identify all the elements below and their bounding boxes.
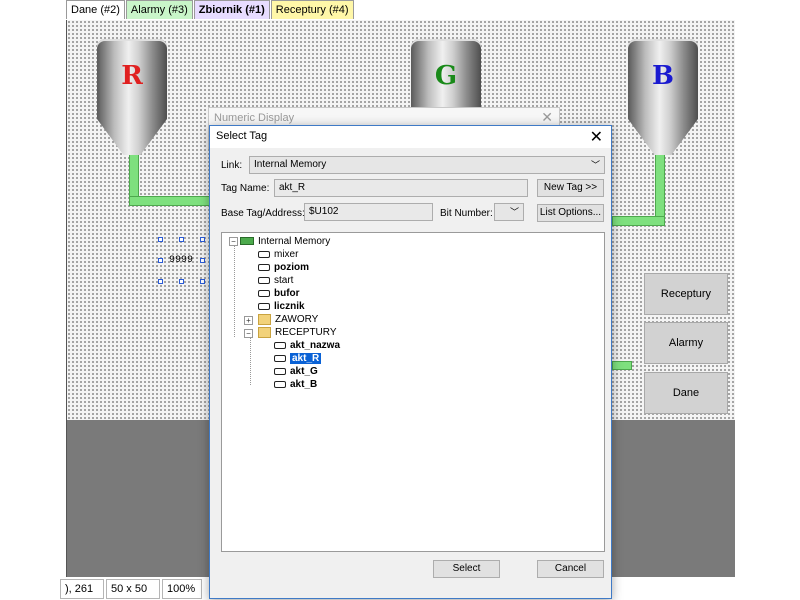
list-options-button[interactable]: List Options...: [537, 204, 604, 222]
tree-guide-line: [250, 337, 251, 385]
selection-handle[interactable]: [158, 237, 163, 242]
expand-zawory-icon[interactable]: +: [244, 316, 253, 325]
tree-item-akt-b[interactable]: akt_B: [274, 378, 317, 391]
pipe-b-horizontal: [612, 216, 665, 226]
link-select[interactable]: Internal Memory ﹀: [249, 156, 605, 174]
tree-item-akt-g[interactable]: akt_G: [274, 365, 318, 378]
tag-icon: [258, 302, 270, 310]
screen-tab-strip: Dane (#2) Alarmy (#3) Zbiornik (#1) Rece…: [66, 0, 355, 19]
tank-cone: [628, 119, 698, 155]
base-tag-input[interactable]: $U102: [304, 203, 433, 221]
tree-node-label: Internal Memory: [258, 236, 331, 247]
tree-node-label: bufor: [274, 288, 300, 299]
tag-icon: [274, 367, 286, 375]
tree-item-akt-r-selected[interactable]: akt_R: [274, 352, 322, 365]
chevron-down-icon: ﹀: [509, 207, 519, 217]
selection-handle[interactable]: [179, 279, 184, 284]
tree-node-label: ZAWORY: [275, 314, 319, 325]
link-value: Internal Memory: [254, 159, 327, 170]
chevron-down-icon: ﹀: [590, 160, 600, 170]
tree-node-label: akt_B: [290, 379, 318, 390]
tab-dane[interactable]: Dane (#2): [66, 0, 125, 19]
close-icon[interactable]: ✕: [590, 127, 603, 147]
tab-alarmy[interactable]: Alarmy (#3): [125, 0, 193, 19]
tree-node-label: licznik: [274, 301, 305, 312]
tree-folder-zawory[interactable]: ZAWORY: [258, 313, 318, 326]
folder-open-icon: [258, 326, 271, 338]
bit-number-select[interactable]: ﹀: [494, 203, 524, 221]
tag-icon: [274, 354, 286, 362]
tag-icon: [258, 276, 270, 284]
dane-button[interactable]: Dane: [644, 372, 728, 414]
tag-icon: [274, 380, 286, 388]
tab-zbiornik[interactable]: Zbiornik (#1): [193, 0, 270, 19]
memory-icon: [240, 237, 254, 246]
tag-name-input[interactable]: akt_R: [274, 179, 528, 197]
close-icon[interactable]: ✕: [541, 109, 553, 126]
tree-item-mixer[interactable]: mixer: [258, 248, 298, 261]
receptury-button[interactable]: Receptury: [644, 273, 728, 315]
tag-icon: [258, 250, 270, 258]
tank-cone: [97, 119, 167, 155]
tank-g-label: G: [434, 61, 458, 91]
tree-node-label: RECEPTURY: [275, 327, 337, 338]
tag-icon: [258, 289, 270, 297]
tree-node-label: mixer: [274, 249, 299, 260]
tag-icon: [258, 263, 270, 271]
tag-icon: [274, 341, 286, 349]
tab-receptury[interactable]: Receptury (#4): [270, 0, 354, 19]
pipe-b-vertical: [655, 144, 665, 226]
tree-node-label: akt_R: [290, 353, 322, 364]
tree-guide-line: [234, 245, 235, 337]
status-zoom: 100%: [162, 579, 202, 599]
selection-handle[interactable]: [158, 279, 163, 284]
selection-handle[interactable]: [200, 237, 205, 242]
alarmy-button[interactable]: Alarmy: [644, 322, 728, 364]
tree-node-label: akt_G: [290, 366, 318, 377]
status-coords: ), 261: [60, 579, 104, 599]
tree-item-start[interactable]: start: [258, 274, 293, 287]
tree-folder-receptury[interactable]: RECEPTURY: [258, 326, 337, 339]
tree-node-label: start: [274, 275, 294, 286]
select-tag-dialog: Select Tag ✕ Link: Internal Memory ﹀ Tag…: [209, 125, 612, 599]
collapse-receptury-icon[interactable]: −: [244, 329, 253, 338]
pipe-lower-stub: [612, 361, 632, 370]
folder-icon: [258, 313, 271, 325]
dialog-title: Select Tag: [216, 130, 268, 142]
selection-handle[interactable]: [179, 237, 184, 242]
collapse-root-icon[interactable]: −: [229, 237, 238, 246]
base-tag-label: Base Tag/Address:: [221, 208, 305, 219]
tree-root-internal-memory[interactable]: Internal Memory: [240, 235, 330, 248]
dialog-titlebar: Select Tag ✕: [210, 126, 611, 148]
tree-node-label: akt_nazwa: [290, 340, 341, 351]
tank-r-label: R: [121, 61, 143, 91]
tag-tree[interactable]: − Internal Memory mixer poziom start buf…: [221, 232, 605, 552]
tank-b-label: B: [652, 61, 674, 91]
new-tag-button[interactable]: New Tag >>: [537, 179, 604, 197]
tree-item-licznik[interactable]: licznik: [258, 300, 305, 313]
select-button[interactable]: Select: [433, 560, 500, 578]
tree-item-bufor[interactable]: bufor: [258, 287, 300, 300]
numeric-display-title: Numeric Display: [214, 112, 295, 124]
selection-handle[interactable]: [200, 258, 205, 263]
cancel-button[interactable]: Cancel: [537, 560, 604, 578]
selection-handle[interactable]: [158, 258, 163, 263]
tree-node-label: poziom: [274, 262, 309, 273]
tree-item-poziom[interactable]: poziom: [258, 261, 309, 274]
selection-handle[interactable]: [200, 279, 205, 284]
bit-number-label: Bit Number:: [440, 208, 493, 219]
numeric-display-placeholder[interactable]: 9999: [169, 255, 193, 266]
tree-item-akt-nazwa[interactable]: akt_nazwa: [274, 339, 340, 352]
pipe-r-horizontal: [129, 196, 213, 206]
link-label: Link:: [221, 160, 243, 171]
tag-name-label: Tag Name:: [221, 183, 270, 194]
status-size: 50 x 50: [106, 579, 160, 599]
